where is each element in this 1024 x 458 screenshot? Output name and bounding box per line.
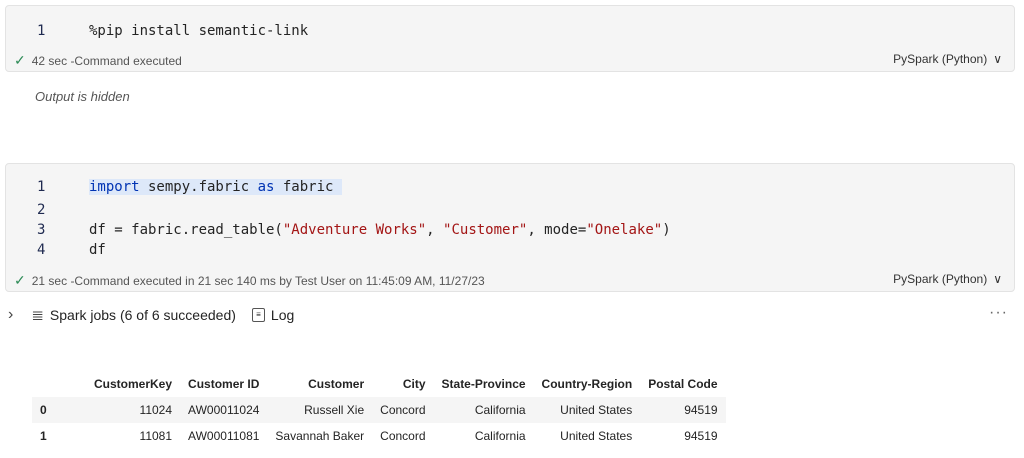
table-header: Country-Region bbox=[541, 377, 633, 391]
code-line-df[interactable]: df bbox=[89, 242, 106, 258]
code-text: fabric bbox=[274, 179, 342, 195]
table-cell: United States bbox=[533, 397, 641, 423]
string-literal: "Customer" bbox=[443, 222, 528, 238]
code-text: df = fabric.read_table( bbox=[89, 222, 283, 238]
status-text: -Command executed bbox=[70, 53, 182, 68]
line-number: 2 bbox=[37, 202, 46, 218]
code-text: , mode= bbox=[527, 222, 587, 238]
keyword: import bbox=[89, 179, 140, 195]
code-line[interactable]: %pip install semantic-link bbox=[89, 23, 308, 39]
status-time: 21 sec bbox=[31, 273, 68, 288]
chevron-right-icon[interactable]: › bbox=[8, 306, 13, 324]
line-number: 1 bbox=[37, 179, 46, 195]
table-cell: Russell Xie bbox=[267, 397, 373, 423]
table-header: State-Province bbox=[441, 377, 526, 391]
table-cell: AW00011024 bbox=[180, 397, 268, 423]
cell-status: ✓ 42 sec -Command executed bbox=[14, 52, 182, 69]
log-icon: ≡ bbox=[251, 308, 265, 322]
line-number: 1 bbox=[37, 23, 46, 39]
cell-status: ✓ 21 sec -Command executed in 21 sec 140… bbox=[14, 272, 485, 289]
table-cell: 94519 bbox=[640, 397, 726, 423]
log-button[interactable]: ≡ Log bbox=[251, 307, 295, 323]
table-cell: Concord bbox=[380, 429, 426, 443]
output-table: CustomerKey Customer ID Customer City St… bbox=[32, 371, 726, 449]
table-header: CustomerKey bbox=[94, 377, 173, 391]
language-selector[interactable]: PySpark (Python) ∨ bbox=[893, 272, 1002, 286]
table-cell: United States bbox=[560, 429, 633, 443]
code-text: , bbox=[426, 222, 444, 238]
checkmark-icon: ✓ bbox=[14, 272, 26, 288]
code-cell-2[interactable]: 1 2 3 4 import sempy.fabric as fabric df… bbox=[5, 163, 1015, 292]
table-header-row: CustomerKey Customer ID Customer City St… bbox=[32, 371, 726, 397]
row-index: 1 bbox=[40, 429, 47, 443]
table-row: 1 11081 AW00011081 Savannah Baker Concor… bbox=[32, 423, 726, 449]
string-literal: "Onelake" bbox=[586, 222, 663, 238]
row-index: 0 bbox=[32, 397, 86, 423]
spark-jobs-label[interactable]: Spark jobs (6 of 6 succeeded) bbox=[50, 307, 236, 323]
code-line-import[interactable]: import sempy.fabric as fabric bbox=[89, 179, 342, 195]
keyword: as bbox=[257, 179, 275, 195]
spark-jobs-icon: ≣ bbox=[31, 307, 44, 324]
code-cell-1[interactable]: 1 %pip install semantic-link ✓ 42 sec -C… bbox=[5, 5, 1015, 72]
string-literal: "Adventure Works" bbox=[282, 222, 427, 238]
table-cell: 11024 bbox=[86, 397, 181, 423]
language-label: PySpark (Python) bbox=[893, 272, 988, 286]
table-cell: 11081 bbox=[139, 429, 173, 443]
language-selector[interactable]: PySpark (Python) ∨ bbox=[893, 52, 1002, 66]
table-cell: Concord bbox=[372, 397, 434, 423]
spark-jobs-bar: › ≣ Spark jobs (6 of 6 succeeded) ≡ Log bbox=[8, 306, 294, 324]
table-cell: California bbox=[474, 429, 526, 443]
code-line-read-table[interactable]: df = fabric.read_table("Adventure Works"… bbox=[89, 222, 671, 238]
status-time: 42 sec bbox=[31, 53, 68, 68]
code-text: sempy.fabric bbox=[139, 179, 258, 195]
chevron-down-icon: ∨ bbox=[993, 52, 1002, 66]
line-number: 4 bbox=[37, 242, 46, 258]
table-header: Postal Code bbox=[648, 377, 718, 391]
table-cell: California bbox=[433, 397, 534, 423]
table-header: Customer ID bbox=[188, 377, 260, 391]
status-text: -Command executed in 21 sec 140 ms by Te… bbox=[70, 273, 485, 288]
table-header: Customer bbox=[308, 377, 365, 391]
table-cell: 94519 bbox=[684, 429, 718, 443]
language-label: PySpark (Python) bbox=[893, 52, 988, 66]
table-row: 0 11024 AW00011024 Russell Xie Concord C… bbox=[32, 397, 726, 423]
line-number: 3 bbox=[37, 222, 46, 238]
table-header: City bbox=[402, 377, 426, 391]
table-header bbox=[32, 371, 86, 397]
more-icon[interactable]: ··· bbox=[989, 304, 1008, 322]
chevron-down-icon: ∨ bbox=[993, 272, 1002, 286]
table-cell: Savannah Baker bbox=[275, 429, 365, 443]
code-text: ) bbox=[662, 222, 671, 238]
table-cell: AW00011081 bbox=[188, 429, 260, 443]
log-label: Log bbox=[270, 307, 295, 323]
output-hidden-label: Output is hidden bbox=[35, 89, 130, 104]
checkmark-icon: ✓ bbox=[14, 52, 26, 68]
